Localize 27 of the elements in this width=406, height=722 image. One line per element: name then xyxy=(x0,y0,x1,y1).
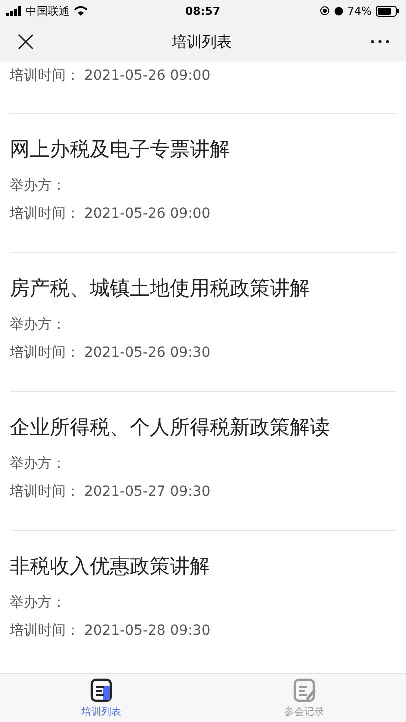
document-icon xyxy=(292,677,316,703)
lock-rotation-icon xyxy=(320,6,330,16)
organizer-label: 举办方： xyxy=(10,316,67,335)
organizer-label: 举办方： xyxy=(10,455,67,474)
document-icon xyxy=(90,677,114,703)
training-title[interactable]: 网上办税及电子专票讲解 xyxy=(10,134,396,164)
training-time: 培训时间： 2021-05-26 09:00 xyxy=(10,67,212,86)
organizer-label: 举办方： xyxy=(10,177,67,196)
training-time: 培训时间： 2021-05-26 09:00 xyxy=(10,205,212,224)
carrier-name: 中国联通 xyxy=(26,4,70,18)
training-time: 培训时间： 2021-05-28 09:30 xyxy=(10,622,212,641)
training-title[interactable]: 非税收入优惠政策讲解 xyxy=(10,551,396,581)
close-icon[interactable] xyxy=(18,34,34,50)
tab-item[interactable]: 培训列表 xyxy=(0,674,203,722)
battery-icon xyxy=(376,6,400,16)
alarm-icon xyxy=(334,6,344,16)
signal-icon xyxy=(6,6,22,16)
training-time: 培训时间： 2021-05-26 09:30 xyxy=(10,344,212,363)
training-title[interactable]: 企业所得税、个人所得税新政策解读 xyxy=(10,412,396,442)
training-title[interactable]: 房产税、城镇土地使用税政策讲解 xyxy=(10,273,396,303)
organizer-label: 举办方： xyxy=(10,594,67,613)
page-title: 培训列表 xyxy=(172,32,232,52)
wifi-icon xyxy=(74,6,88,16)
clock-time: 08:57 xyxy=(185,4,220,18)
more-button[interactable]: ••• xyxy=(370,36,392,48)
training-time: 培训时间： 2021-05-27 09:30 xyxy=(10,483,212,502)
battery-percent: 74% xyxy=(348,4,372,18)
